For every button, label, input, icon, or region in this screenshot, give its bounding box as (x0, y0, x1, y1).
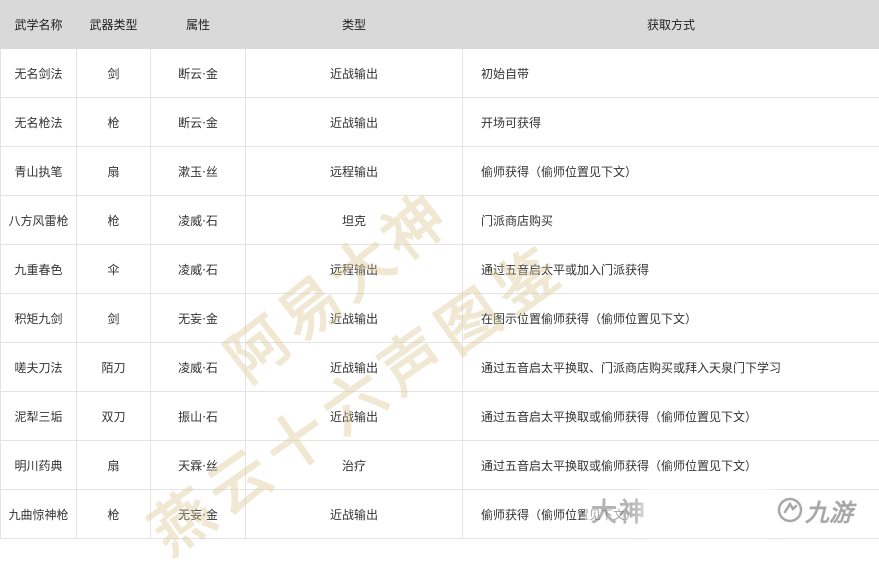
martial-art-name: 嗟夫刀法 (1, 343, 77, 392)
column-header: 武学名称 (1, 1, 77, 49)
martial-art-name: 泥犁三垢 (1, 392, 77, 441)
martial-arts-table: 武学名称 武器类型 属性 类型 获取方式 无名剑法 剑 断云·金 近战输出 初始… (0, 0, 879, 539)
attribute: 断云·金 (151, 49, 246, 98)
martial-art-name: 九重春色 (1, 245, 77, 294)
weapon-type: 陌刀 (77, 343, 151, 392)
acquisition-method: 偷师获得（偷师位置见下文） (463, 490, 879, 539)
weapon-type: 伞 (77, 245, 151, 294)
column-header: 武器类型 (77, 1, 151, 49)
attribute: 漱玉·丝 (151, 147, 246, 196)
acquisition-method: 通过五音启太平换取、门派商店购买或拜入天泉门下学习 (463, 343, 879, 392)
column-header: 获取方式 (463, 1, 879, 49)
attribute: 凌威·石 (151, 343, 246, 392)
role-type: 近战输出 (246, 392, 463, 441)
role-type: 远程输出 (246, 245, 463, 294)
table-row: 青山执笔 扇 漱玉·丝 远程输出 偷师获得（偷师位置见下文） (1, 147, 879, 196)
weapon-type: 双刀 (77, 392, 151, 441)
martial-art-name: 八方风雷枪 (1, 196, 77, 245)
acquisition-method: 通过五音启太平换取或偷师获得（偷师位置见下文） (463, 392, 879, 441)
attribute: 无妄·金 (151, 294, 246, 343)
table-row: 九重春色 伞 凌威·石 远程输出 通过五音启太平或加入门派获得 (1, 245, 879, 294)
column-header: 类型 (246, 1, 463, 49)
acquisition-method: 在图示位置偷师获得（偷师位置见下文） (463, 294, 879, 343)
column-header: 属性 (151, 1, 246, 49)
role-type: 近战输出 (246, 343, 463, 392)
role-type: 近战输出 (246, 98, 463, 147)
weapon-type: 枪 (77, 196, 151, 245)
table-row: 八方风雷枪 枪 凌威·石 坦克 门派商店购买 (1, 196, 879, 245)
weapon-type: 枪 (77, 98, 151, 147)
weapon-type: 剑 (77, 49, 151, 98)
table-row: 嗟夫刀法 陌刀 凌威·石 近战输出 通过五音启太平换取、门派商店购买或拜入天泉门… (1, 343, 879, 392)
attribute: 振山·石 (151, 392, 246, 441)
weapon-type: 枪 (77, 490, 151, 539)
attribute: 天霖·丝 (151, 441, 246, 490)
acquisition-method: 通过五音启太平或加入门派获得 (463, 245, 879, 294)
table-row: 明川药典 扇 天霖·丝 治疗 通过五音启太平换取或偷师获得（偷师位置见下文） (1, 441, 879, 490)
role-type: 治疗 (246, 441, 463, 490)
weapon-type: 剑 (77, 294, 151, 343)
table-row: 九曲惊神枪 枪 无妄·金 近战输出 偷师获得（偷师位置见下文） (1, 490, 879, 539)
table-row: 泥犁三垢 双刀 振山·石 近战输出 通过五音启太平换取或偷师获得（偷师位置见下文… (1, 392, 879, 441)
weapon-type: 扇 (77, 147, 151, 196)
martial-art-name: 明川药典 (1, 441, 77, 490)
role-type: 近战输出 (246, 294, 463, 343)
weapon-type: 扇 (77, 441, 151, 490)
acquisition-method: 通过五音启太平换取或偷师获得（偷师位置见下文） (463, 441, 879, 490)
martial-art-name: 无名枪法 (1, 98, 77, 147)
role-type: 远程输出 (246, 147, 463, 196)
martial-art-name: 无名剑法 (1, 49, 77, 98)
attribute: 断云·金 (151, 98, 246, 147)
attribute: 凌威·石 (151, 196, 246, 245)
martial-art-name: 青山执笔 (1, 147, 77, 196)
table-row: 无名剑法 剑 断云·金 近战输出 初始自带 (1, 49, 879, 98)
attribute: 凌威·石 (151, 245, 246, 294)
acquisition-method: 偷师获得（偷师位置见下文） (463, 147, 879, 196)
table-row: 无名枪法 枪 断云·金 近战输出 开场可获得 (1, 98, 879, 147)
role-type: 坦克 (246, 196, 463, 245)
martial-art-name: 九曲惊神枪 (1, 490, 77, 539)
acquisition-method: 开场可获得 (463, 98, 879, 147)
martial-art-name: 积矩九剑 (1, 294, 77, 343)
acquisition-method: 初始自带 (463, 49, 879, 98)
role-type: 近战输出 (246, 49, 463, 98)
table-header-row: 武学名称 武器类型 属性 类型 获取方式 (1, 1, 879, 49)
role-type: 近战输出 (246, 490, 463, 539)
attribute: 无妄·金 (151, 490, 246, 539)
acquisition-method: 门派商店购买 (463, 196, 879, 245)
table-row: 积矩九剑 剑 无妄·金 近战输出 在图示位置偷师获得（偷师位置见下文） (1, 294, 879, 343)
